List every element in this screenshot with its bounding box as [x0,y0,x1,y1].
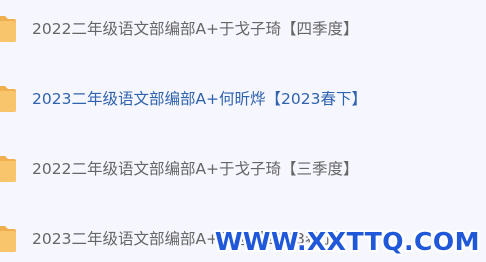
folder-icon [0,16,16,42]
folder-label: 2022二年级语文部编部A+于戈子琦【四季度】 [32,20,359,38]
watermark: WWW.XXTTQ.COM [214,227,480,256]
folder-label: 2023二年级语文部编部A+何昕烨【2023春下】 [32,90,367,108]
list-item[interactable]: 2022二年级语文部编部A+于戈子琦【三季度】 [0,148,486,188]
folder-list: 2022二年级语文部编部A+于戈子琦【四季度】 2023二年级语文部编部A+何昕… [0,0,486,262]
folder-icon [0,226,16,252]
list-item[interactable]: 2022二年级语文部编部A+于戈子琦【四季度】 [0,8,486,48]
folder-icon [0,86,16,112]
folder-label: 2022二年级语文部编部A+于戈子琦【三季度】 [32,160,359,178]
list-item[interactable]: 2023二年级语文部编部A+何昕烨【2023春下】 [0,78,486,118]
folder-icon [0,156,16,182]
